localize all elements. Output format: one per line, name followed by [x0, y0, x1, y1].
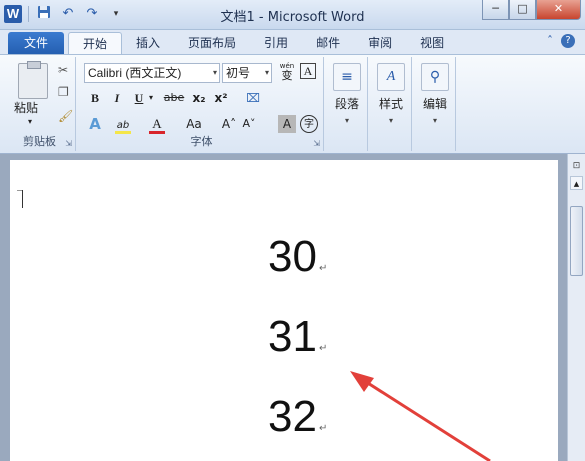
annotation-arrow	[350, 371, 491, 461]
